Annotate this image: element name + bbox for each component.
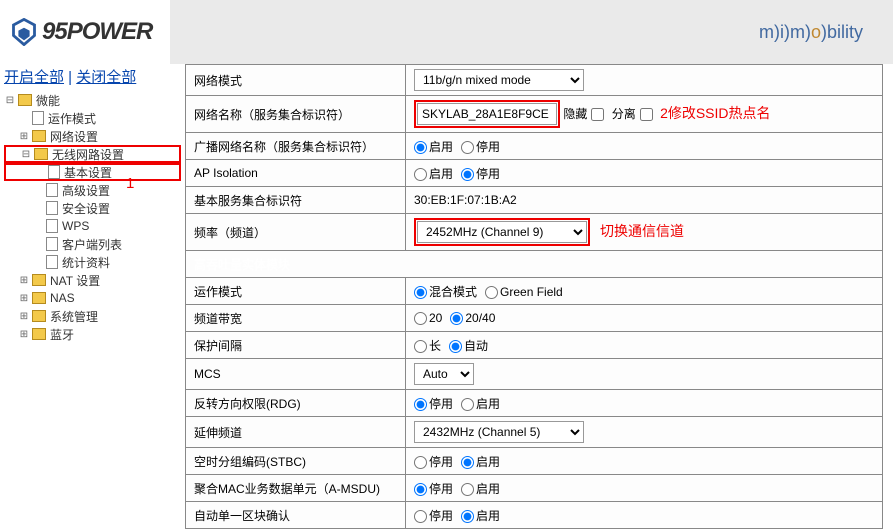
ht-section-header: 高吞吐量实体模块 xyxy=(186,251,883,278)
bcast-label: 广播网络名称（服务集合标识符） xyxy=(186,133,406,160)
toggle-icon[interactable]: ⊟ xyxy=(4,95,16,106)
net-mode-label: 网络模式 xyxy=(186,65,406,96)
amsdu-on-radio[interactable] xyxy=(461,483,474,496)
gi-auto-radio[interactable] xyxy=(449,340,462,353)
toggle-icon[interactable]: ⊞ xyxy=(18,275,30,286)
close-all-link[interactable]: 关闭全部 xyxy=(76,69,136,86)
tree-basic[interactable]: 基本设置 xyxy=(64,164,112,181)
doc-icon xyxy=(32,111,44,125)
tree-nat[interactable]: NAT 设置 xyxy=(50,272,100,289)
apiso-off-radio[interactable] xyxy=(461,168,474,181)
ext-select[interactable]: 2432MHz (Channel 5) xyxy=(414,421,584,443)
gi-long-radio[interactable] xyxy=(414,340,427,353)
open-all-link[interactable]: 开启全部 xyxy=(4,69,64,86)
folder-icon xyxy=(32,328,46,340)
tree-nas[interactable]: NAS xyxy=(50,291,75,305)
freq-label: 频率（频道） xyxy=(186,214,406,251)
toggle-icon[interactable]: ⊟ xyxy=(20,149,32,160)
folder-icon xyxy=(32,310,46,322)
ext-label: 延伸频道 xyxy=(186,417,406,448)
gi-label: 保护间隔 xyxy=(186,332,406,359)
annotation-1: 1 xyxy=(126,175,134,192)
main-content: 网络模式 11b/g/n mixed mode 网络名称（服务集合标识符） 隐藏… xyxy=(185,64,893,529)
stbc-off-radio[interactable] xyxy=(414,456,427,469)
logo: 95POWER xyxy=(10,18,152,46)
rdg-on-radio[interactable] xyxy=(461,398,474,411)
tree-sec[interactable]: 安全设置 xyxy=(62,200,110,217)
tree-adv[interactable]: 高级设置 xyxy=(62,182,110,199)
amsdu-off-radio[interactable] xyxy=(414,483,427,496)
freq-select[interactable]: 2452MHz (Channel 9) xyxy=(417,221,587,243)
doc-icon xyxy=(48,165,60,179)
apiso-on-radio[interactable] xyxy=(414,168,427,181)
logo-text: 95POWER xyxy=(42,18,152,46)
rdg-off-radio[interactable] xyxy=(414,398,427,411)
ba-label: 自动单一区块确认 xyxy=(186,502,406,529)
tree-net-set[interactable]: 网络设置 xyxy=(50,128,98,145)
toggle-icon[interactable]: ⊞ xyxy=(18,293,30,304)
mobility-logo: m)i)m)o)bility xyxy=(759,22,883,43)
stbc-label: 空时分组编码(STBC) xyxy=(186,448,406,475)
bcast-off-radio[interactable] xyxy=(461,141,474,154)
tree-bt[interactable]: 蓝牙 xyxy=(50,326,74,343)
opmode-mixed-radio[interactable] xyxy=(414,286,427,299)
opmode-gf-radio[interactable] xyxy=(485,286,498,299)
opmode-label: 运作模式 xyxy=(186,278,406,305)
logo-icon xyxy=(10,18,38,46)
tree-controls: 开启全部 | 关闭全部 xyxy=(4,66,181,87)
bw-2040-radio[interactable] xyxy=(450,312,463,325)
toggle-icon[interactable]: ⊞ xyxy=(18,131,30,142)
stbc-on-radio[interactable] xyxy=(461,456,474,469)
folder-icon xyxy=(32,130,46,142)
nav-tree: ⊟ 微能 运作模式 ⊞ 网络设置 ⊟ 无线网路设置 基本设置 高级设置 安全设置 WP… xyxy=(4,91,181,343)
sidebar: 开启全部 | 关闭全部 ⊟ 微能 运作模式 ⊞ 网络设置 ⊟ 无线网路设置 基本设置 … xyxy=(0,64,185,529)
tree-weineng[interactable]: 微能 xyxy=(36,92,60,109)
toggle-icon[interactable]: ⊞ xyxy=(18,311,30,322)
sep-checkbox[interactable] xyxy=(640,108,653,121)
tree-wps[interactable]: WPS xyxy=(62,219,89,233)
doc-icon xyxy=(46,219,58,233)
bssid-value: 30:EB:1F:07:1B:A2 xyxy=(406,187,883,214)
bw-label: 频道带宽 xyxy=(186,305,406,332)
annotation-3: 切换通信信道 xyxy=(600,223,684,239)
amsdu-label: 聚合MAC业务数据单元（A-MSDU) xyxy=(186,475,406,502)
tree-wireless[interactable]: 无线网路设置 xyxy=(52,146,124,163)
doc-icon xyxy=(46,201,58,215)
hide-label: 隐藏 xyxy=(563,107,587,121)
tree-run-mode[interactable]: 运作模式 xyxy=(48,110,96,127)
doc-icon xyxy=(46,255,58,269)
sep-label: 分离 xyxy=(612,107,636,121)
settings-table: 网络模式 11b/g/n mixed mode 网络名称（服务集合标识符） 隐藏… xyxy=(185,64,883,529)
ssid-input[interactable] xyxy=(417,103,557,125)
rdg-label: 反转方向权限(RDG) xyxy=(186,390,406,417)
tree-sys[interactable]: 系统管理 xyxy=(50,308,98,325)
bw-20-radio[interactable] xyxy=(414,312,427,325)
annotation-2: 2修改SSID热点名 xyxy=(660,105,770,121)
ba-off-radio[interactable] xyxy=(414,510,427,523)
apiso-label: AP Isolation xyxy=(186,160,406,187)
ba-on-radio[interactable] xyxy=(461,510,474,523)
folder-icon xyxy=(18,94,32,106)
net-mode-select[interactable]: 11b/g/n mixed mode xyxy=(414,69,584,91)
toggle-icon[interactable]: ⊞ xyxy=(18,329,30,340)
mcs-label: MCS xyxy=(186,359,406,390)
doc-icon xyxy=(46,183,58,197)
tree-clients[interactable]: 客户端列表 xyxy=(62,236,122,253)
bcast-on-radio[interactable] xyxy=(414,141,427,154)
mcs-select[interactable]: Auto xyxy=(414,363,474,385)
folder-icon xyxy=(32,292,46,304)
doc-icon xyxy=(46,237,58,251)
folder-icon xyxy=(34,148,48,160)
ssid-label: 网络名称（服务集合标识符） xyxy=(186,96,406,133)
hide-checkbox[interactable] xyxy=(591,108,604,121)
folder-icon xyxy=(32,274,46,286)
bssid-label: 基本服务集合标识符 xyxy=(186,187,406,214)
tree-stats[interactable]: 统计资料 xyxy=(62,254,110,271)
